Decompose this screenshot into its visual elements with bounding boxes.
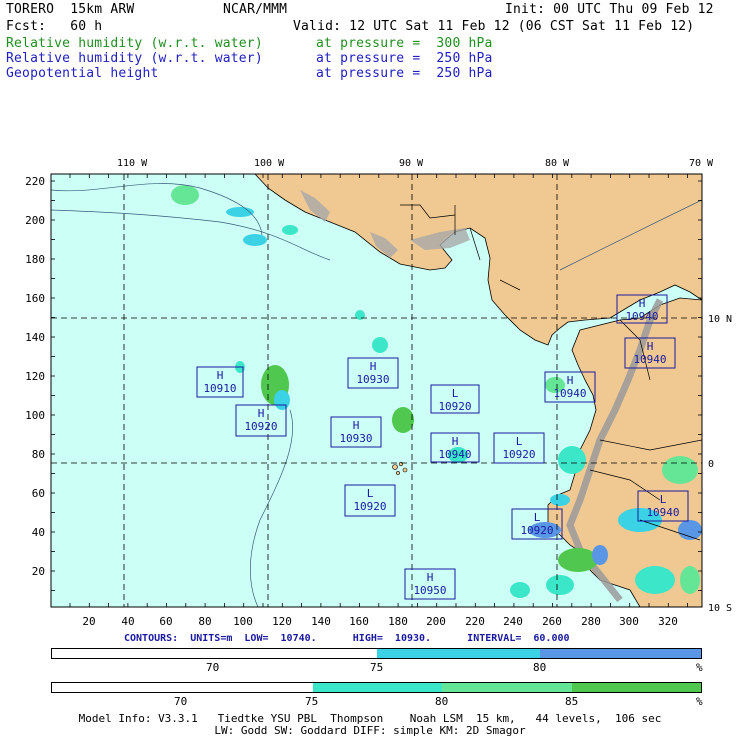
- x-tick-label: 220: [465, 615, 485, 628]
- lon-label: 100 W: [254, 158, 285, 169]
- colorbar-seg: [52, 683, 313, 692]
- hl-value: 10920: [502, 448, 535, 461]
- hl-type: H: [217, 369, 224, 382]
- contour-info: CONTOURS: UNITS=m LOW= 10740. HIGH= 1093…: [124, 633, 570, 644]
- colorbar-seg: [313, 683, 442, 692]
- hl-value: 10940: [633, 353, 666, 366]
- x-tick-label: 60: [159, 615, 172, 628]
- y-tick-label: 60: [32, 487, 45, 500]
- lat-label: 10 N: [708, 314, 732, 325]
- hl-type: L: [452, 387, 459, 400]
- hl-value: 10940: [646, 506, 679, 519]
- hl-value: 10930: [339, 432, 372, 445]
- x-tick-label: 300: [619, 615, 639, 628]
- colorbar-seg: [377, 649, 540, 658]
- hl-value: 10910: [203, 382, 236, 395]
- hl-value: 10940: [438, 448, 471, 461]
- x-tick-label: 320: [658, 615, 678, 628]
- hl-type: H: [452, 435, 459, 448]
- lon-label: 80 W: [545, 158, 570, 169]
- colorbar-seg: [442, 683, 572, 692]
- x-tick-label: 120: [272, 615, 292, 628]
- x-tick-label: 40: [121, 615, 134, 628]
- y-tick-label: 100: [25, 409, 45, 422]
- hl-value: 10940: [553, 387, 586, 400]
- hl-value: 10920: [438, 400, 471, 413]
- lon-label: 110 W: [117, 158, 148, 169]
- colorbar1-unit: %: [696, 661, 703, 674]
- hl-type: L: [367, 487, 374, 500]
- weather-map: 110 W 100 W 90 W 80 W 70 W 10 N 0 10 S 2…: [25, 158, 732, 628]
- lat-label: 0: [708, 459, 714, 470]
- y-tick-label: 180: [25, 253, 45, 266]
- hl-type: H: [258, 407, 265, 420]
- colorbar2-label: 80: [435, 695, 449, 708]
- x-tick-label: 180: [388, 615, 408, 628]
- x-tick-label: 80: [198, 615, 211, 628]
- hl-type: H: [427, 571, 434, 584]
- x-tick-label: 200: [426, 615, 446, 628]
- y-tick-label: 140: [25, 331, 45, 344]
- colorbar2-label: 75: [305, 695, 319, 708]
- hl-value: 10950: [413, 584, 446, 597]
- hl-value: 10920: [353, 500, 386, 513]
- x-tick-label: 240: [503, 615, 523, 628]
- colorbar-seg: [572, 683, 701, 692]
- x-tick-label: 140: [311, 615, 331, 628]
- hl-type: L: [516, 435, 523, 448]
- colorbar1-label: 80: [533, 661, 547, 674]
- y-tick-label: 80: [32, 448, 45, 461]
- hl-type: H: [353, 419, 360, 432]
- y-tick-label: 40: [32, 526, 45, 539]
- lat-label: 10 S: [708, 603, 732, 614]
- hl-value: 10920: [520, 524, 553, 537]
- y-tick-label: 160: [25, 292, 45, 305]
- hl-type: L: [660, 493, 667, 506]
- hl-value: 10920: [244, 420, 277, 433]
- hl-type: H: [639, 297, 646, 310]
- model-info-line2: LW: Godd SW: Goddard DIFF: simple KM: 2D…: [214, 724, 526, 737]
- colorbar1-label: 75: [370, 661, 384, 674]
- hl-type: H: [647, 340, 654, 353]
- colorbar-seg: [540, 649, 701, 658]
- x-tick-label: 20: [82, 615, 95, 628]
- hl-type: H: [567, 374, 574, 387]
- y-tick-label: 20: [32, 565, 45, 578]
- x-tick-label: 100: [233, 615, 253, 628]
- hl-value: 10930: [356, 373, 389, 386]
- x-tick-label: 280: [581, 615, 601, 628]
- colorbar1-label: 70: [206, 661, 220, 674]
- colorbar-rh-250: [51, 648, 702, 659]
- lon-label: 70 W: [689, 158, 714, 169]
- y-tick-label: 220: [25, 175, 45, 188]
- hl-value: 10940: [625, 310, 658, 323]
- colorbar2-unit: %: [696, 695, 703, 708]
- colorbar2-label: 85: [565, 695, 579, 708]
- colorbar-seg: [52, 649, 377, 658]
- x-tick-label: 160: [349, 615, 369, 628]
- y-tick-label: 200: [25, 214, 45, 227]
- hl-type: H: [370, 360, 377, 373]
- colorbar2-label: 70: [174, 695, 188, 708]
- hl-type: L: [534, 511, 541, 524]
- colorbar-rh-300: [51, 682, 702, 693]
- lon-label: 90 W: [399, 158, 424, 169]
- x-tick-label: 260: [542, 615, 562, 628]
- y-tick-label: 120: [25, 370, 45, 383]
